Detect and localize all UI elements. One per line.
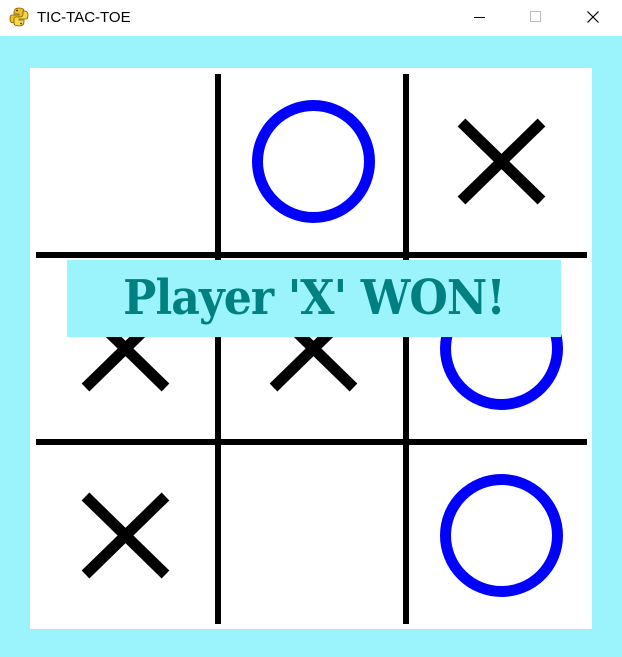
- board-cell-0-1[interactable]: [218, 68, 405, 255]
- maximize-button[interactable]: [506, 0, 564, 36]
- board-cell-2-0[interactable]: [30, 442, 217, 629]
- cell-hit-area[interactable]: [218, 442, 405, 629]
- marks-layer: [30, 68, 592, 629]
- minimize-button[interactable]: [450, 0, 508, 36]
- cell-hit-area[interactable]: [218, 68, 405, 255]
- game-board[interactable]: [30, 68, 592, 629]
- board-cell-0-2[interactable]: [406, 68, 592, 255]
- winner-message: Player 'X' WON!: [123, 270, 506, 326]
- close-icon: [587, 11, 599, 23]
- cell-hit-area[interactable]: [30, 68, 217, 255]
- python-snake-icon: [9, 7, 29, 27]
- close-button[interactable]: [564, 0, 622, 36]
- minimize-icon: [474, 17, 485, 18]
- game-window: Player 'X' WON!: [0, 36, 622, 657]
- maximize-icon: [530, 11, 541, 22]
- winner-banner: Player 'X' WON!: [67, 260, 561, 337]
- title-bar[interactable]: TIC-TAC-TOE: [0, 0, 622, 36]
- cell-hit-area[interactable]: [406, 442, 592, 629]
- board-cell-2-2[interactable]: [406, 442, 592, 629]
- board-cell-0-0[interactable]: [30, 68, 217, 255]
- board-canvas: [30, 68, 592, 629]
- window-title: TIC-TAC-TOE: [37, 9, 131, 26]
- board-cell-2-1[interactable]: [218, 442, 405, 629]
